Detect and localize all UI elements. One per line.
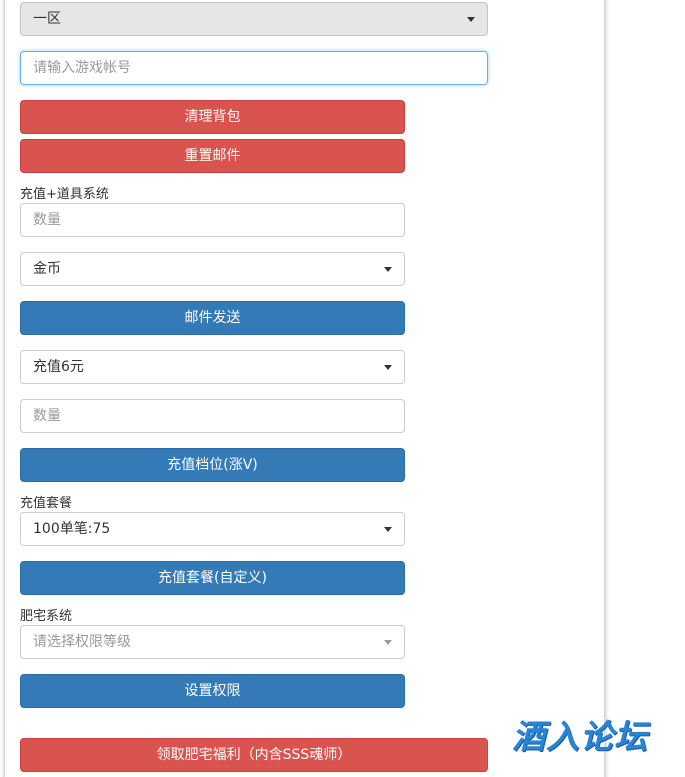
server-select[interactable]: 一区 [20, 2, 488, 36]
item-quantity-input[interactable]: 数量 [20, 203, 405, 237]
chevron-down-icon [384, 527, 392, 532]
chevron-down-icon [384, 267, 392, 272]
permission-level-placeholder: 请选择权限等级 [33, 634, 131, 650]
otaku-system-label: 肥宅系统 [20, 609, 73, 624]
recharge-tier-select-value: 充值6元 [33, 359, 84, 375]
item-select-value: 金币 [33, 261, 61, 277]
item-quantity-placeholder: 数量 [33, 212, 61, 228]
recharge-package-label: 充值套餐 [20, 496, 73, 511]
forum-watermark-logo: 酒入论坛 [512, 717, 648, 756]
tier-quantity-placeholder: 数量 [33, 408, 61, 424]
recharge-tier-select[interactable]: 充值6元 [20, 350, 405, 384]
permission-level-select[interactable]: 请选择权限等级 [20, 625, 405, 659]
recharge-package-custom-button[interactable]: 充值套餐(自定义) [20, 561, 405, 595]
server-select-value: 一区 [33, 11, 61, 27]
chevron-down-icon [384, 640, 392, 645]
recharge-tier-button[interactable]: 充值档位(涨V) [20, 448, 405, 482]
recharge-package-select-value: 100单笔:75 [33, 521, 111, 537]
page: 一区 请输入游戏帐号 清理背包 重置邮件 充值+道具系统 数量 金币 邮件发送 … [0, 0, 685, 777]
account-input[interactable]: 请输入游戏帐号 [20, 51, 488, 85]
tier-quantity-input[interactable]: 数量 [20, 399, 405, 433]
chevron-down-icon [467, 17, 475, 22]
reset-mail-button[interactable]: 重置邮件 [20, 139, 405, 173]
account-input-placeholder: 请输入游戏帐号 [33, 60, 131, 76]
claim-welfare-button[interactable]: 领取肥宅福利（内含SSS魂师） [20, 738, 488, 772]
chevron-down-icon [384, 365, 392, 370]
item-select[interactable]: 金币 [20, 252, 405, 286]
send-mail-button[interactable]: 邮件发送 [20, 301, 405, 335]
recharge-package-select[interactable]: 100单笔:75 [20, 512, 405, 546]
recharge-item-label: 充值+道具系统 [20, 187, 109, 202]
set-permission-button[interactable]: 设置权限 [20, 674, 405, 708]
clear-bag-button[interactable]: 清理背包 [20, 100, 405, 134]
